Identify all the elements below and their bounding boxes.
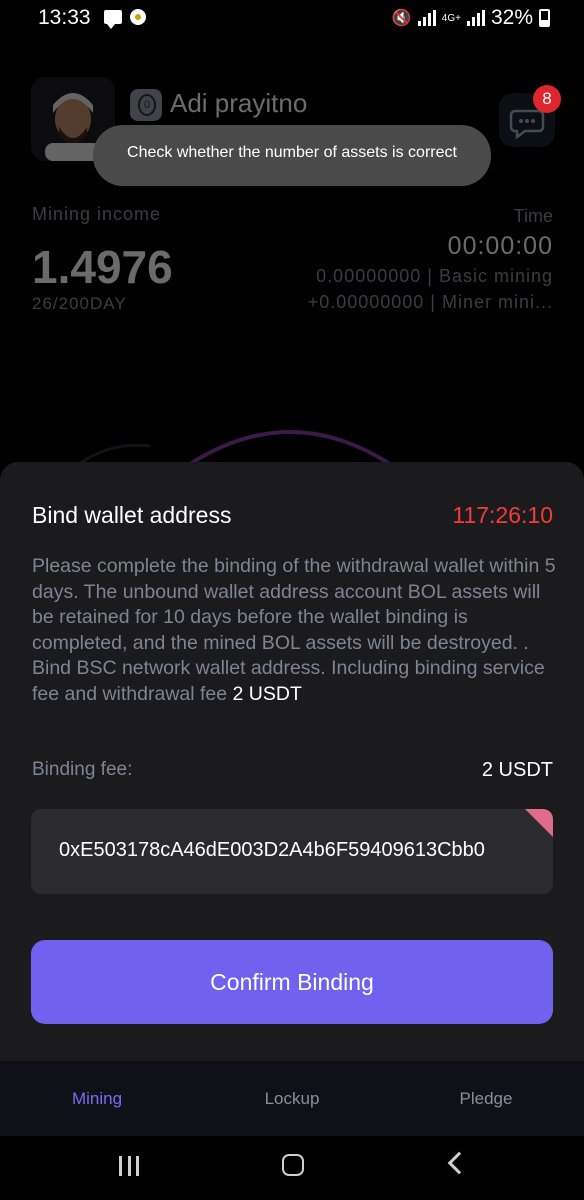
recent-apps-icon[interactable] bbox=[119, 1156, 139, 1176]
countdown-timer: 117:26:10 bbox=[452, 502, 553, 528]
username: Adi prayitno bbox=[170, 88, 308, 118]
wallet-address-value[interactable]: 0xE503178cA46dE003D2A4b6F59409613Cbb0 bbox=[59, 839, 517, 862]
wallet-address-field[interactable]: 0xE503178cA46dE003D2A4b6F59409613Cbb0 bbox=[31, 809, 553, 894]
mining-days-progress: 26/200DAY bbox=[32, 294, 127, 313]
mute-icon: 🔇 bbox=[391, 10, 412, 27]
status-indicators: 🔇 4G+ 32% bbox=[392, 6, 550, 30]
basic-mining-value: 0.00000000 | Basic mining bbox=[316, 266, 553, 286]
corner-accent bbox=[525, 809, 553, 837]
binding-fee-label: Binding fee: bbox=[32, 759, 133, 780]
app-notification-icon bbox=[130, 9, 146, 25]
bottom-tab-bar: Mining Lockup Pledge bbox=[0, 1061, 584, 1136]
system-nav-bar bbox=[0, 1136, 584, 1200]
tab-mining[interactable]: Mining bbox=[27, 1089, 167, 1109]
level-badge-icon bbox=[130, 89, 162, 121]
binding-notice-fee: 2 USDT bbox=[232, 682, 302, 705]
battery-percent: 32% bbox=[490, 6, 533, 29]
tab-lockup[interactable]: Lockup bbox=[222, 1089, 362, 1109]
tab-pledge[interactable]: Pledge bbox=[416, 1089, 556, 1109]
status-bar: 13:33 🔇 4G+ 32% bbox=[0, 0, 584, 36]
status-notification-icons bbox=[104, 9, 146, 29]
time-label: Time bbox=[513, 206, 553, 226]
status-time: 13:33 bbox=[38, 6, 91, 29]
mining-income-label: Mining income bbox=[32, 204, 162, 224]
time-value: 00:00:00 bbox=[447, 232, 553, 260]
message-notification-icon bbox=[104, 10, 122, 29]
home-icon[interactable] bbox=[282, 1154, 304, 1176]
sheet-title: Bind wallet address bbox=[32, 502, 232, 528]
toast-message: Check whether the number of assets is co… bbox=[93, 125, 491, 186]
confirm-binding-button[interactable]: Confirm Binding bbox=[31, 940, 553, 1024]
binding-fee-value: 2 USDT bbox=[481, 759, 553, 781]
signal-icon bbox=[417, 10, 436, 26]
signal-icon-2 bbox=[466, 10, 485, 26]
mining-income-value: 1.4976 bbox=[32, 241, 173, 293]
battery-icon bbox=[539, 9, 550, 27]
back-icon[interactable] bbox=[447, 1151, 471, 1175]
network-type-icon: 4G+ bbox=[441, 12, 461, 24]
binding-notice: Please complete the binding of the withd… bbox=[32, 554, 562, 707]
miner-mining-value: +0.00000000 | Miner mini... bbox=[307, 292, 553, 312]
notification-count-badge: 8 bbox=[533, 85, 561, 113]
